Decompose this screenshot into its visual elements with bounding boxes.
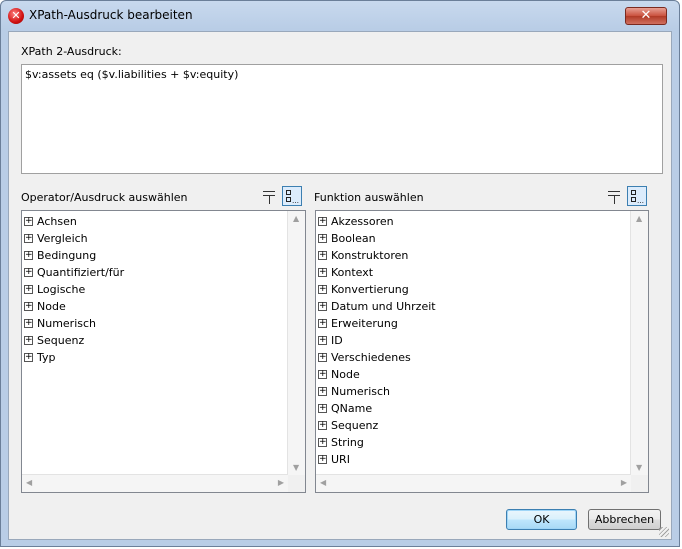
function-item-label: URI bbox=[331, 453, 350, 466]
operator-item-label: Achsen bbox=[37, 215, 77, 228]
function-item-label: Boolean bbox=[331, 232, 376, 245]
resize-grip-icon[interactable] bbox=[659, 527, 669, 537]
function-item-label: Sequenz bbox=[331, 419, 379, 432]
function-item-label: Node bbox=[331, 368, 360, 381]
title-bar[interactable]: ✕ XPath-Ausdruck bearbeiten ✕ bbox=[1, 1, 679, 31]
ok-button[interactable]: OK bbox=[506, 509, 577, 530]
expand-plus-icon[interactable]: + bbox=[24, 234, 33, 243]
expand-plus-icon[interactable]: + bbox=[318, 268, 327, 277]
function-item-label: Numerisch bbox=[331, 385, 391, 398]
scroll-left-icon[interactable]: ◀ bbox=[320, 478, 326, 487]
operator-item-label: Bedingung bbox=[37, 249, 97, 262]
close-icon: ✕ bbox=[640, 8, 652, 23]
function-vertical-scrollbar[interactable]: ▲ ▼ bbox=[630, 211, 648, 475]
function-horizontal-scrollbar[interactable]: ◀ ▶ bbox=[316, 474, 631, 492]
expand-plus-icon[interactable]: + bbox=[24, 319, 33, 328]
function-item-label: Datum und Uhrzeit bbox=[331, 300, 436, 313]
expression-label: XPath 2-Ausdruck: bbox=[21, 45, 122, 58]
function-item-label: ID bbox=[331, 334, 343, 347]
operator-item-label: Sequenz bbox=[37, 334, 85, 347]
dialog-window: ✕ XPath-Ausdruck bearbeiten ✕ XPath 2-Au… bbox=[0, 0, 680, 547]
function-item-label: Kontext bbox=[331, 266, 374, 279]
expand-plus-icon[interactable]: + bbox=[24, 268, 33, 277]
expand-plus-icon[interactable]: + bbox=[318, 421, 327, 430]
function-item-label: Konvertierung bbox=[331, 283, 409, 296]
expand-plus-icon[interactable]: + bbox=[24, 336, 33, 345]
scroll-up-icon[interactable]: ▲ bbox=[636, 214, 642, 223]
operator-panel-label: Operator/Ausdruck auswählen bbox=[21, 191, 188, 204]
function-panel-label: Funktion auswählen bbox=[314, 191, 424, 204]
scroll-corner bbox=[288, 475, 305, 492]
expand-plus-icon[interactable]: + bbox=[24, 285, 33, 294]
operator-list[interactable]: + Achsen + Vergleich + Bedingung + Quantifizier… bbox=[21, 210, 306, 493]
expression-input[interactable]: $v:assets eq ($v.liabilities + $v:equity… bbox=[21, 64, 663, 174]
expand-plus-icon[interactable]: + bbox=[318, 387, 327, 396]
operator-item-label: Typ bbox=[37, 351, 56, 364]
dialog-client-area: XPath 2-Ausdruck: $v:assets eq ($v.liabi… bbox=[8, 31, 672, 540]
function-item-label: Konstruktoren bbox=[331, 249, 409, 262]
function-list[interactable]: + Akzessoren + Boolean + Konstruktoren + Kontex… bbox=[315, 210, 649, 493]
expand-plus-icon[interactable]: + bbox=[318, 438, 327, 447]
function-item-label: String bbox=[331, 436, 364, 449]
expand-plus-icon[interactable]: + bbox=[318, 302, 327, 311]
operator-item-label: Vergleich bbox=[37, 232, 88, 245]
function-item-label: QName bbox=[331, 402, 373, 415]
expand-plus-icon[interactable]: + bbox=[24, 217, 33, 226]
scroll-left-icon[interactable]: ◀ bbox=[26, 478, 32, 487]
close-button[interactable]: ✕ bbox=[625, 7, 667, 25]
expand-plus-icon[interactable]: + bbox=[24, 251, 33, 260]
expression-text[interactable]: $v:assets eq ($v.liabilities + $v:equity… bbox=[25, 68, 238, 81]
expand-plus-icon[interactable]: + bbox=[318, 251, 327, 260]
expand-plus-icon[interactable]: + bbox=[318, 353, 327, 362]
cancel-button[interactable]: Abbrechen bbox=[588, 509, 661, 530]
operator-tree-view-icon[interactable]: … bbox=[282, 186, 302, 206]
expand-plus-icon[interactable]: + bbox=[318, 336, 327, 345]
function-sort-icon[interactable] bbox=[606, 188, 622, 204]
scroll-corner bbox=[631, 475, 648, 492]
expand-plus-icon[interactable]: + bbox=[24, 302, 33, 311]
function-item-label: Erweiterung bbox=[331, 317, 398, 330]
expand-plus-icon[interactable]: + bbox=[318, 370, 327, 379]
operator-item-label: Logische bbox=[37, 283, 86, 296]
expand-plus-icon[interactable]: + bbox=[318, 285, 327, 294]
operator-item-label: Node bbox=[37, 300, 66, 313]
expand-plus-icon[interactable]: + bbox=[318, 404, 327, 413]
xpath-app-icon: ✕ bbox=[8, 8, 24, 24]
function-item-label: Verschiedenes bbox=[331, 351, 411, 364]
scroll-right-icon[interactable]: ▶ bbox=[621, 478, 627, 487]
scroll-down-icon[interactable]: ▼ bbox=[293, 463, 299, 472]
scroll-up-icon[interactable]: ▲ bbox=[293, 214, 299, 223]
operator-horizontal-scrollbar[interactable]: ◀ ▶ bbox=[22, 474, 288, 492]
operator-sort-icon[interactable] bbox=[261, 188, 277, 204]
operator-vertical-scrollbar[interactable]: ▲ ▼ bbox=[287, 211, 305, 475]
operator-item-label: Quantifiziert/für bbox=[37, 266, 125, 279]
scroll-down-icon[interactable]: ▼ bbox=[636, 463, 642, 472]
function-tree-view-icon[interactable]: … bbox=[627, 186, 647, 206]
expand-plus-icon[interactable]: + bbox=[24, 353, 33, 362]
function-item-label: Akzessoren bbox=[331, 215, 394, 228]
expand-plus-icon[interactable]: + bbox=[318, 319, 327, 328]
scroll-right-icon[interactable]: ▶ bbox=[278, 478, 284, 487]
expand-plus-icon[interactable]: + bbox=[318, 455, 327, 464]
expand-plus-icon[interactable]: + bbox=[318, 234, 327, 243]
window-title: XPath-Ausdruck bearbeiten bbox=[29, 8, 193, 22]
expand-plus-icon[interactable]: + bbox=[318, 217, 327, 226]
operator-item-label: Numerisch bbox=[37, 317, 97, 330]
